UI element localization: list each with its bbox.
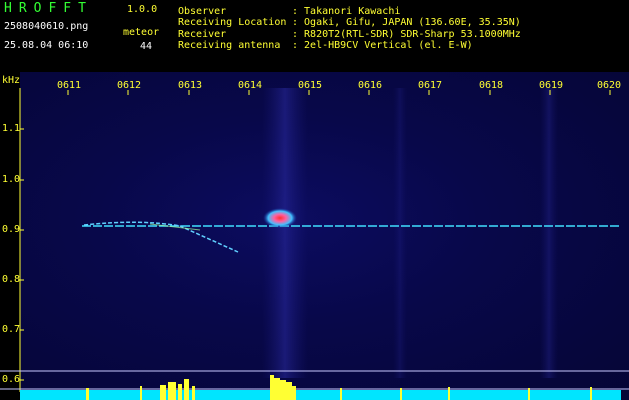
x-tick-marks xyxy=(67,90,611,95)
y-tick-label: 1.0 xyxy=(2,174,21,185)
x-tick-label: 0619 xyxy=(539,80,564,91)
x-tick-label: 0617 xyxy=(418,80,443,91)
noise-band xyxy=(262,88,308,378)
x-tick-label: 0615 xyxy=(298,80,323,91)
level-meter xyxy=(20,390,621,400)
y-tick-label: 1.1 xyxy=(2,123,21,134)
y-tick-label: 0.9 xyxy=(2,224,21,235)
y-tick-label: 0.6 xyxy=(2,374,21,385)
x-tick-label: 0616 xyxy=(358,80,383,91)
y-axis-unit: kHz xyxy=(2,75,21,86)
x-tick-label: 0612 xyxy=(117,80,142,91)
y-tick-marks xyxy=(20,128,24,381)
x-tick-label: 0611 xyxy=(57,80,82,91)
noise-band xyxy=(540,88,558,378)
y-tick-label: 0.7 xyxy=(2,324,21,335)
meteor-echo xyxy=(263,208,297,228)
x-tick-label: 0620 xyxy=(597,80,622,91)
x-tick-label: 0614 xyxy=(238,80,263,91)
y-tick-label: 0.8 xyxy=(2,274,21,285)
spectrogram-overlay xyxy=(0,88,629,400)
noise-band xyxy=(393,88,407,378)
x-tick-label: 0613 xyxy=(178,80,203,91)
x-tick-label: 0618 xyxy=(479,80,504,91)
